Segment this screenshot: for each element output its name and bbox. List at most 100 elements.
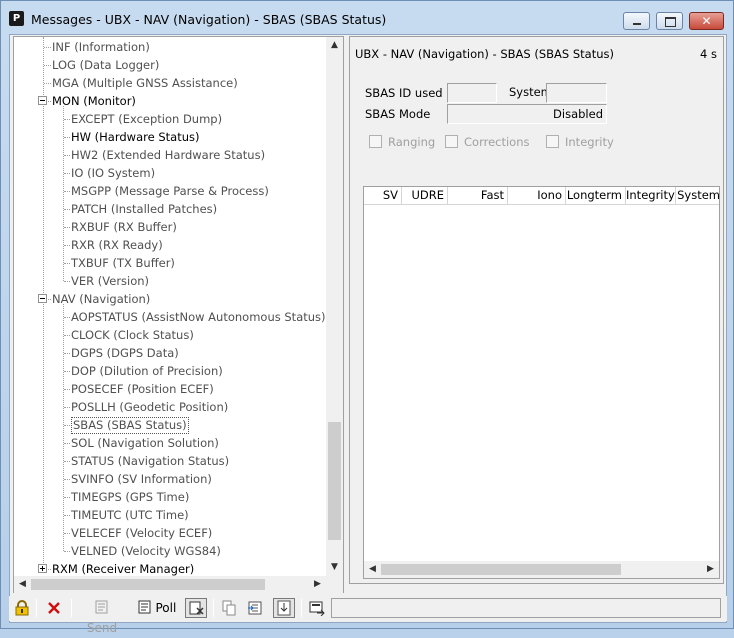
tree-connector <box>44 47 51 48</box>
column-header-fast[interactable]: Fast <box>448 187 508 205</box>
title-bar[interactable]: P Messages - UBX - NAV (Navigation) - SB… <box>1 1 733 35</box>
tree-item[interactable]: MON (Monitor) <box>52 92 136 110</box>
ranging-label: Ranging <box>388 135 436 149</box>
tree-item[interactable]: MSGPP (Message Parse & Process) <box>71 182 269 200</box>
tree-item[interactable]: STATUS (Navigation Status) <box>71 452 229 470</box>
toolbar-separator <box>36 599 37 617</box>
tree-item[interactable]: PATCH (Installed Patches) <box>71 200 217 218</box>
tree-item[interactable]: RXR (RX Ready) <box>71 236 163 254</box>
table-horizontal-scroll-thumb[interactable] <box>381 564 621 575</box>
tree-connector <box>64 137 70 138</box>
tree-item[interactable]: IO (IO System) <box>71 164 155 182</box>
table-horizontal-scrollbar[interactable]: ◀ ▶ <box>364 561 719 578</box>
table-scroll-right-arrow-icon[interactable]: ▶ <box>702 561 719 578</box>
column-header-integrity[interactable]: Integrity <box>626 187 676 205</box>
tree-connector <box>44 83 51 84</box>
integrity-checkbox[interactable]: Integrity <box>546 135 614 149</box>
sbas-status-panel: UBX - NAV (Navigation) - SBAS (SBAS Stat… <box>349 36 724 584</box>
record-button[interactable] <box>307 598 327 618</box>
record-icon <box>309 601 325 617</box>
tree-horizontal-scrollbar[interactable]: ◀ ▶ <box>14 576 326 593</box>
send-icon <box>95 600 108 614</box>
tree-item[interactable]: SOL (Navigation Solution) <box>71 434 219 452</box>
tree-item[interactable]: HW2 (Extended Hardware Status) <box>71 146 265 164</box>
tree-item[interactable]: RXBUF (RX Buffer) <box>71 218 177 236</box>
toolbar-status-field <box>331 598 721 618</box>
sbas-id-field <box>447 83 497 103</box>
tree-vertical-scrollbar[interactable]: ▲ ▼ <box>326 37 343 576</box>
tree-connector <box>64 479 70 480</box>
copy-button[interactable] <box>219 598 239 618</box>
tree-item[interactable]: TIMEUTC (UTC Time) <box>71 506 189 524</box>
integrity-checkbox-box[interactable] <box>546 135 559 148</box>
expand-icon[interactable] <box>38 564 47 573</box>
collapse-icon[interactable] <box>38 96 47 105</box>
column-header-udre[interactable]: UDRE <box>402 187 448 205</box>
tree-item[interactable]: MGA (Multiple GNSS Assistance) <box>52 74 238 92</box>
tree-connector <box>64 533 70 534</box>
window-title: Messages - UBX - NAV (Navigation) - SBAS… <box>31 12 387 27</box>
copy-icon <box>222 600 236 616</box>
tree-item[interactable]: HW (Hardware Status) <box>71 128 199 146</box>
tree-horizontal-scroll-thumb[interactable] <box>31 579 265 590</box>
tree-connector <box>63 106 64 281</box>
tree-connector <box>64 227 70 228</box>
tree-item[interactable]: VELECEF (Velocity ECEF) <box>71 524 212 542</box>
column-header-system[interactable]: System <box>676 187 719 205</box>
sbas-mode-field: Disabled <box>447 104 607 124</box>
poll-button[interactable]: Poll <box>134 598 180 618</box>
tree-connector <box>64 389 70 390</box>
tree-item[interactable]: NAV (Navigation) <box>52 290 150 308</box>
maximize-button[interactable] <box>656 12 683 30</box>
lock-button[interactable] <box>12 598 32 618</box>
import-button[interactable] <box>245 598 265 618</box>
tree-item-selected[interactable]: SBAS (SBAS Status) <box>71 417 189 434</box>
tree-connector <box>64 245 70 246</box>
send-button[interactable]: Send <box>78 598 126 635</box>
tree-item[interactable]: CLOCK (Clock Status) <box>71 326 194 344</box>
auto-scroll-icon <box>277 600 291 616</box>
tree-connector <box>64 461 70 462</box>
close-button[interactable]: ✕ <box>689 12 724 30</box>
tree-item[interactable]: LOG (Data Logger) <box>52 56 159 74</box>
tree-item[interactable]: INF (Information) <box>52 38 150 56</box>
tree-connector <box>64 515 70 516</box>
tree-item[interactable]: POSECEF (Position ECEF) <box>71 380 214 398</box>
client-area: INF (Information) LOG (Data Logger) MGA (M… <box>9 34 727 623</box>
delete-button[interactable] <box>44 598 64 618</box>
scroll-left-arrow-icon[interactable]: ◀ <box>14 576 31 593</box>
tree-item[interactable]: DGPS (DGPS Data) <box>71 344 179 362</box>
tree-item[interactable]: SVINFO (SV Information) <box>71 470 212 488</box>
toolbar-separator <box>301 599 302 617</box>
tree-item[interactable]: DOP (Dilution of Precision) <box>71 362 223 380</box>
tree-item[interactable]: TXBUF (TX Buffer) <box>71 254 175 272</box>
auto-poll-toggle[interactable] <box>185 598 207 618</box>
column-header-longterm[interactable]: Longterm <box>566 187 626 205</box>
ranging-checkbox-box[interactable] <box>369 135 382 148</box>
tree-item[interactable]: AOPSTATUS (AssistNow Autonomous Status) <box>71 308 326 326</box>
scroll-up-arrow-icon[interactable]: ▲ <box>326 37 343 54</box>
tree-item[interactable]: VER (Version) <box>71 272 149 290</box>
corrections-label: Corrections <box>464 135 530 149</box>
integrity-label: Integrity <box>565 135 614 149</box>
sv-table[interactable]: SV UDRE Fast Iono Longterm Integrity Sys… <box>363 186 720 579</box>
tree-connector <box>63 304 64 551</box>
tree-item[interactable]: VELNED (Velocity WGS84) <box>71 542 221 560</box>
tree-item[interactable]: TIMEGPS (GPS Time) <box>71 488 189 506</box>
scroll-right-arrow-icon[interactable]: ▶ <box>309 576 326 593</box>
column-header-iono[interactable]: Iono <box>508 187 566 205</box>
tree-item[interactable]: EXCEPT (Exception Dump) <box>71 110 222 128</box>
tree-item[interactable]: RXM (Receiver Manager) <box>52 560 194 576</box>
tree-vertical-scroll-thumb[interactable] <box>328 422 341 540</box>
collapse-icon[interactable] <box>38 294 47 303</box>
scroll-down-arrow-icon[interactable]: ▼ <box>326 559 343 576</box>
corrections-checkbox[interactable]: Corrections <box>445 135 530 149</box>
tree-item[interactable]: POSLLH (Geodetic Position) <box>71 398 228 416</box>
table-scroll-left-arrow-icon[interactable]: ◀ <box>364 561 381 578</box>
tree-connector <box>64 209 70 210</box>
corrections-checkbox-box[interactable] <box>445 135 458 148</box>
auto-scroll-toggle[interactable] <box>273 598 295 618</box>
minimize-button[interactable] <box>623 12 650 30</box>
ranging-checkbox[interactable]: Ranging <box>369 135 435 149</box>
column-header-sv[interactable]: SV <box>364 187 402 205</box>
